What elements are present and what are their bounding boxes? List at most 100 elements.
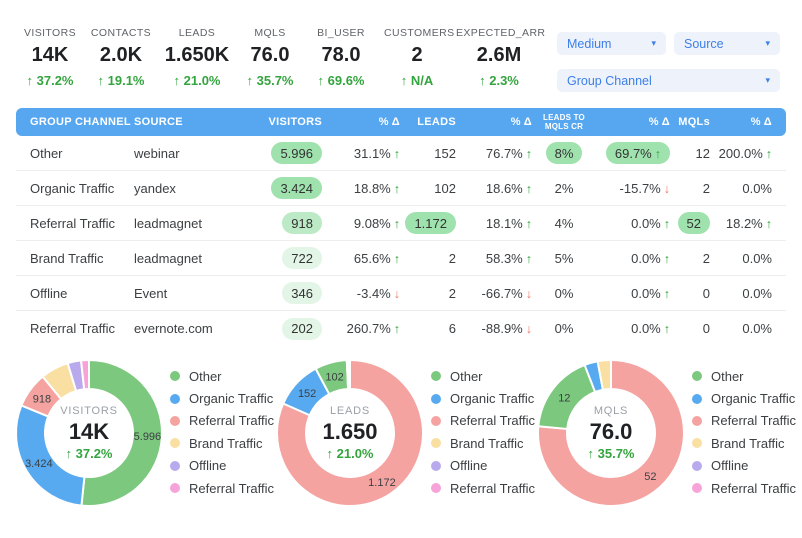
legend-item[interactable]: Offline xyxy=(170,455,274,477)
cell-mqls: 2 xyxy=(702,250,710,266)
cell-group-channel: Offline xyxy=(30,285,68,301)
chart-mqls: 52 12 MQLS 76.0 ↑ 35.7% Other Organic Traffic R… xyxy=(536,358,796,508)
legend-bullet xyxy=(170,415,180,426)
kpi-label: EXPECTED_ARR xyxy=(456,27,546,39)
column-header[interactable]: SOURCE xyxy=(134,116,262,128)
legend-item[interactable]: Brand Traffic xyxy=(431,432,535,454)
legend-label: Other xyxy=(189,368,222,384)
cell-cr-delta: 0.0% ↑ xyxy=(631,250,670,266)
legend-item[interactable]: Referral Traffic xyxy=(692,477,796,499)
up-arrow-icon: ↑ xyxy=(765,146,772,161)
table-row[interactable]: Offline Event 346 -3.4% ↓ 2 -66.7% ↓ 0% 0.0% ↑ 0 0.0… xyxy=(16,276,786,311)
column-header[interactable]: % Δ xyxy=(322,116,400,128)
medium-filter-dropdown[interactable]: Medium ▾ xyxy=(557,32,666,55)
legend-bullet xyxy=(431,460,441,471)
up-arrow-icon: ↑ xyxy=(97,73,108,88)
legend-bullet xyxy=(431,483,441,494)
legend-item[interactable]: Organic Traffic xyxy=(170,387,274,409)
legend-item[interactable]: Referral Traffic xyxy=(431,477,535,499)
legend-bullet xyxy=(170,393,180,404)
segment-value-label: 918 xyxy=(33,393,51,405)
legend-item[interactable]: Organic Traffic xyxy=(692,387,796,409)
column-header[interactable]: % Δ xyxy=(456,116,532,128)
cell-mqls-delta: 18.2% ↑ xyxy=(725,215,772,231)
cell-visitors-delta: -3.4% ↓ xyxy=(356,285,400,301)
table-row[interactable]: Other webinar 5.996 31.1% ↑ 152 76.7% ↑ 8% 69.7% ↑… xyxy=(16,136,786,171)
legend-item[interactable]: Organic Traffic xyxy=(431,387,535,409)
legend-item[interactable]: Other xyxy=(431,365,535,387)
column-header[interactable]: VISITORS xyxy=(262,116,322,128)
cell-visitors-delta: 260.7% ↑ xyxy=(346,321,400,336)
chart-legend: Other Organic Traffic Referral Traffic Bran… xyxy=(692,365,796,499)
legend-bullet xyxy=(431,415,441,426)
cell-leads: 6 xyxy=(448,321,456,336)
kpi-label: CUSTOMERS xyxy=(384,27,455,39)
legend-bullet xyxy=(692,460,702,471)
cell-leads-to-mqls-cr: 4% xyxy=(554,215,574,231)
column-header[interactable]: % Δ xyxy=(596,116,670,128)
chart-legend: Other Organic Traffic Referral Traffic Bran… xyxy=(170,365,274,499)
legend-item[interactable]: Other xyxy=(692,365,796,387)
cell-cr-delta: 69.7% ↑ xyxy=(596,142,670,164)
segment-value-label: 5.996 xyxy=(134,431,162,443)
donut-segment-offline[interactable] xyxy=(348,359,351,391)
cell-leads-to-mqls-cr: 8% xyxy=(532,142,596,164)
legend-item[interactable]: Referral Traffic xyxy=(692,410,796,432)
legend-label: Brand Traffic xyxy=(189,435,263,451)
legend-label: Referral Traffic xyxy=(450,413,536,429)
table-row[interactable]: Referral Traffic leadmagnet 918 9.08% ↑ 1.172… xyxy=(16,206,786,241)
table-row[interactable]: Organic Traffic yandex 3.424 18.8% ↑ 102 18.6%… xyxy=(16,171,786,206)
cell-leads-delta: 18.6% ↑ xyxy=(485,180,532,196)
legend-label: Referral Traffic xyxy=(450,480,536,496)
legend-item[interactable]: Brand Traffic xyxy=(170,432,274,454)
legend-item[interactable]: Referral Traffic xyxy=(170,410,274,432)
source-filter-dropdown[interactable]: Source ▾ xyxy=(674,32,780,55)
segment-value-label: 152 xyxy=(298,388,316,400)
kpi-contacts: CONTACTS 2.0K ↑ 19.1% xyxy=(90,27,152,88)
kpi-mqls: MQLS 76.0 ↑ 35.7% xyxy=(242,27,298,88)
kpi-label: LEADS xyxy=(178,27,216,39)
cell-group-channel: Referral Traffic xyxy=(30,321,116,336)
up-arrow-icon: ↑ xyxy=(246,73,257,88)
legend-bullet xyxy=(692,415,702,426)
cell-source: leadmagnet xyxy=(134,215,202,231)
legend-item[interactable]: Referral Traffic xyxy=(431,410,535,432)
legend-item[interactable]: Offline xyxy=(431,455,535,477)
column-header[interactable]: LEADS TO MQLS CR xyxy=(532,113,596,131)
legend-item[interactable]: Referral Traffic xyxy=(170,477,274,499)
cell-mqls-delta: 200.0% ↑ xyxy=(718,145,772,161)
cell-leads-to-mqls-cr: 2% xyxy=(554,180,574,196)
cell-group-channel: Brand Traffic xyxy=(30,250,104,266)
cell-visitors-delta: 18.8% ↑ xyxy=(353,180,400,196)
kpi-delta: ↑ 21.0% xyxy=(173,73,221,88)
value-badge: 722 xyxy=(282,247,322,269)
table-row[interactable]: Referral Traffic evernote.com 202 260.7% ↑ 6 -… xyxy=(16,311,786,346)
group-channel-filter-dropdown[interactable]: Group Channel ▾ xyxy=(557,69,780,92)
donut-segment-organic-traffic[interactable] xyxy=(15,404,86,507)
chevron-down-icon: ▾ xyxy=(651,38,656,48)
up-arrow-icon: ↑ xyxy=(173,73,184,88)
kpi-value: 2.0K xyxy=(99,44,143,66)
legend-item[interactable]: Offline xyxy=(692,455,796,477)
charts-section: 5.996 3.424 918 VISITORS 14K ↑ 37.2% Other Orga… xyxy=(0,358,802,508)
legend-bullet xyxy=(170,371,180,382)
cell-group-channel: Referral Traffic xyxy=(30,215,116,231)
kpi-delta: ↑ N/A xyxy=(400,73,434,88)
column-header[interactable]: GROUP CHANNEL xyxy=(30,116,134,128)
medium-filter-label: Medium xyxy=(567,36,612,51)
legend-label: Organic Traffic xyxy=(711,391,796,407)
cell-mqls-delta: 0.0% xyxy=(742,250,772,266)
column-header[interactable]: MQLs xyxy=(670,116,710,128)
column-header[interactable]: LEADS xyxy=(400,116,456,128)
column-header[interactable]: % Δ xyxy=(710,116,772,128)
legend-bullet xyxy=(692,483,702,494)
value-badge: 69.7% ↑ xyxy=(605,142,670,164)
legend-bullet xyxy=(692,393,702,404)
legend-label: Referral Traffic xyxy=(189,413,275,429)
legend-item[interactable]: Other xyxy=(170,365,274,387)
legend-item[interactable]: Brand Traffic xyxy=(692,432,796,454)
cell-source: evernote.com xyxy=(134,321,213,336)
table-row[interactable]: Brand Traffic leadmagnet 722 65.6% ↑ 2 58.3% ↑ 5… xyxy=(16,241,786,276)
cell-leads: 2 xyxy=(448,285,456,301)
legend-label: Organic Traffic xyxy=(450,391,535,407)
